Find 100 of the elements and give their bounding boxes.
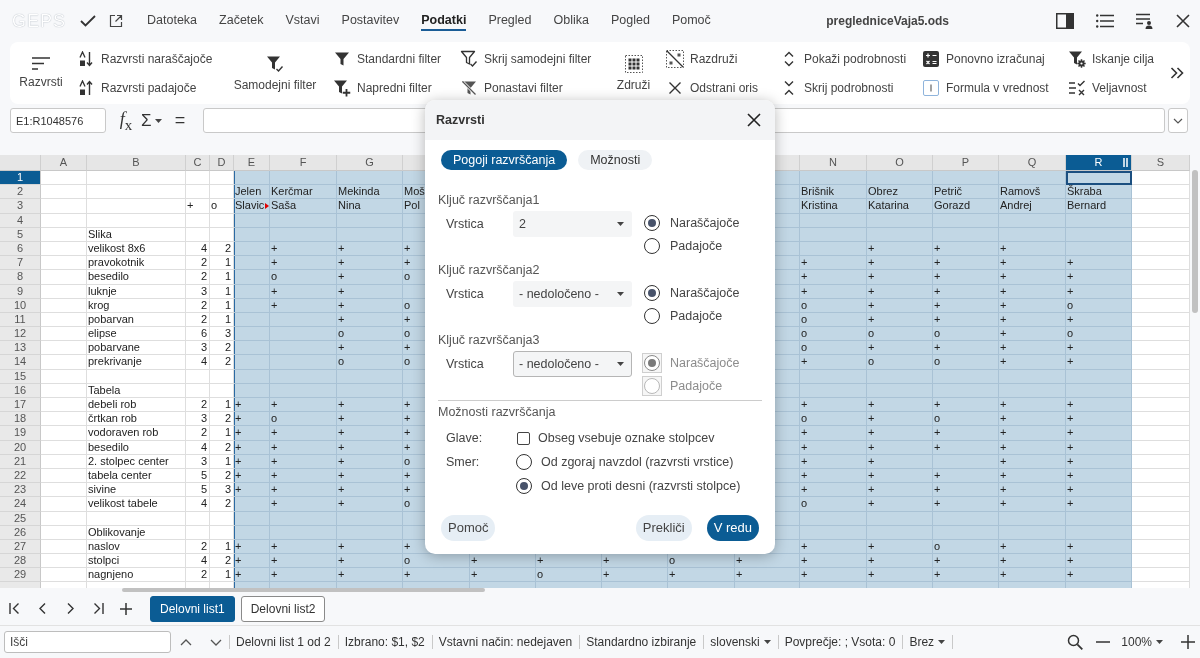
table-cell: o [867,355,933,370]
cell-text: Slavic [235,199,265,212]
table-cell: o [800,327,867,342]
table-cell: + [234,554,270,569]
table-cell: o [337,355,403,370]
table-cell: + [536,554,602,569]
table-cell: 4 [186,497,210,512]
table-cell: 1 [210,270,234,285]
field-label: Vrstica [445,216,485,233]
table-cell: + [933,341,999,356]
table-cell: Brišnik [800,185,867,200]
table-cell: črtkan rob [87,412,186,427]
table-cell: o [867,327,933,342]
table-cell: + [270,483,337,498]
table-cell: 4 [186,554,210,569]
table-cell: debeli rob [87,398,186,413]
table-cell: 5 [186,483,210,498]
table-cell: + [933,497,999,512]
table-cell: + [999,341,1066,356]
status-text: Standardno izbiranje [579,635,704,649]
table-cell: + [800,256,867,271]
table-cell: + [602,568,668,583]
table-cell: + [933,270,999,285]
checkbox-label: Obseg vsebuje oznake stolpcev [538,431,715,445]
table-cell: + [867,497,933,512]
table-cell: + [800,270,867,285]
table-cell: + [735,568,800,583]
document-title: pregledniceVaja5.ods [826,13,949,28]
table-cell: + [867,256,933,271]
table-cell: o [933,327,999,342]
table-cell: + [933,483,999,498]
table-cell: + [800,554,867,569]
status-text: Povprečje: ; Vsota: 0 [777,635,903,649]
table-cell: + [337,568,403,583]
table-cell: + [270,256,337,271]
radio-label: Od zgoraj navzdol (razvrsti vrstice) [541,455,734,469]
table-cell: 6 [186,327,210,342]
table-cell: 3 [210,483,234,498]
table-cell: + [735,554,800,569]
table-cell: + [933,554,999,569]
table-cell: o [536,568,602,583]
table-cell: Obrez [867,185,933,200]
table-cell: + [337,341,403,356]
table-cell: + [867,483,933,498]
table-cell: + [186,199,210,214]
radio-label: Padajoče [670,378,723,393]
table-cell: Gorazd [933,199,999,214]
table-cell: + [800,483,867,498]
table-cell: elipse [87,327,186,342]
table-cell: nagnjeno [87,568,186,583]
table-cell: 2 [210,497,234,512]
table-cell: vodoraven rob [87,426,186,441]
table-cell: + [270,497,337,512]
table-cell: Katarina [867,199,933,214]
table-cell: 2 [186,256,210,271]
table-cell: + [800,568,867,583]
table-cell: + [234,568,270,583]
table-cell: Kerčmar [270,185,337,200]
table-cell: + [999,497,1066,512]
table-cell: + [1066,355,1132,370]
table-cell: + [1066,554,1132,569]
table-cell: besedilo [87,270,186,285]
table-cell: Saša [270,199,337,214]
table-cell: + [867,426,933,441]
table-cell: 2 [186,270,210,285]
table-cell: + [1066,568,1132,583]
table-cell: + [800,426,867,441]
table-cell: + [999,270,1066,285]
table-cell: + [867,270,933,285]
table-cell: + [668,568,735,583]
table-cell: + [800,398,867,413]
table-cell: + [867,341,933,356]
table-cell: + [602,554,668,569]
radio-label: Naraščajoče [670,215,740,230]
table-cell: + [234,483,270,498]
table-cell: pravokotnik [87,256,186,271]
dialog-title: Razvrsti [436,113,485,127]
table-cell: + [999,327,1066,342]
table-cell: + [234,398,270,413]
table-cell: prekrivanje [87,355,186,370]
table-cell: Andrej [999,199,1066,214]
table-cell: o [933,355,999,370]
table-cell: + [999,554,1066,569]
table-cell: + [933,398,999,413]
status-text: Delovni list 1 od 2 [229,635,338,649]
table-cell: + [234,426,270,441]
table-cell: 2 [186,398,210,413]
table-cell: + [337,256,403,271]
table-cell: + [800,355,867,370]
table-cell: 2 [210,355,234,370]
table-cell: + [270,426,337,441]
table-cell: Mekinda [337,185,403,200]
table-cell: o [270,270,337,285]
table-cell: 2 [186,568,210,583]
table-cell: + [337,426,403,441]
table-cell: + [1066,270,1132,285]
table-cell: + [1066,483,1132,498]
table-cell: + [933,568,999,583]
table-cell: 3 [186,412,210,427]
table-cell: + [470,568,536,583]
